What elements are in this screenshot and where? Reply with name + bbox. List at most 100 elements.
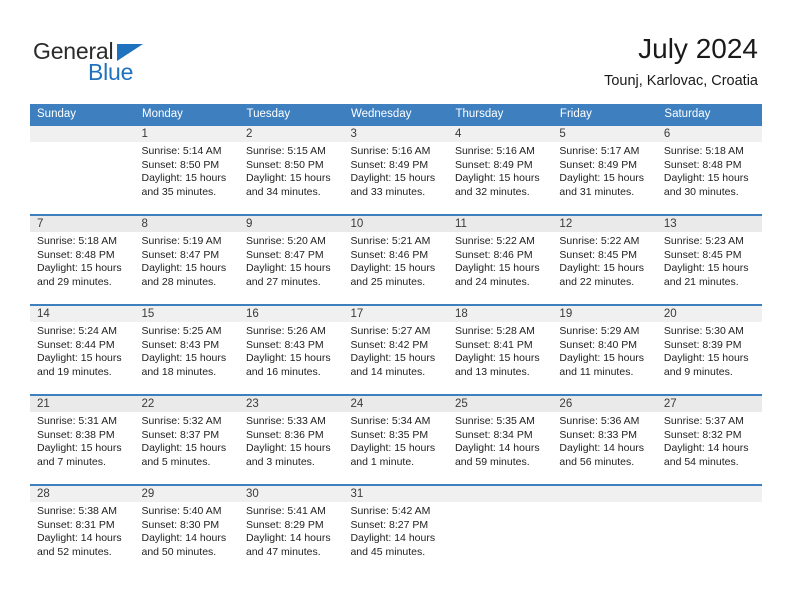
day-number: 24 (343, 396, 448, 412)
sunset-text: Sunset: 8:29 PM (245, 518, 324, 531)
calendar-day-cell[interactable]: 9 Sunrise: 5:20 AM Sunset: 8:47 PM Daylight… (238, 214, 344, 305)
sunset-text: Sunset: 8:43 PM (141, 338, 220, 351)
day-cell-inner: 5 Sunrise: 5:17 AM Sunset: 8:49 PM Daylight… (552, 126, 657, 214)
calendar-page: General Blue July 2024 Tounj, Karlovac, … (0, 0, 792, 612)
sunset-text: Sunset: 8:32 PM (663, 428, 742, 441)
day-number: 23 (238, 396, 344, 412)
day-number: 14 (30, 306, 135, 322)
weekday-header-friday: Friday (552, 104, 658, 125)
daylight-text-line2: and 32 minutes. (454, 185, 530, 198)
day-details: Sunrise: 5:23 AM Sunset: 8:45 PM Daylight:… (657, 232, 762, 289)
sunrise-text: Sunrise: 5:23 AM (663, 235, 744, 247)
calendar-day-cell[interactable]: 4 Sunrise: 5:16 AM Sunset: 8:49 PM Daylight… (447, 124, 553, 215)
calendar-week-row: 28 Sunrise: 5:38 AM Sunset: 8:31 PM Dayligh… (30, 484, 762, 575)
day-number: 4 (447, 126, 553, 142)
day-number (552, 486, 657, 502)
daylight-text-line1: Daylight: 15 hours (141, 172, 227, 185)
calendar-day-cell[interactable]: 2 Sunrise: 5:15 AM Sunset: 8:50 PM Daylight… (238, 124, 344, 215)
daylight-text-line2: and 25 minutes. (350, 275, 426, 288)
calendar-day-cell-empty (656, 484, 762, 575)
day-details: Sunrise: 5:14 AM Sunset: 8:50 PM Daylight:… (134, 142, 238, 199)
day-cell-inner: 4 Sunrise: 5:16 AM Sunset: 8:49 PM Daylight… (447, 126, 553, 214)
day-details: Sunrise: 5:20 AM Sunset: 8:47 PM Daylight:… (239, 232, 343, 289)
day-cell-inner: 10 Sunrise: 5:21 AM Sunset: 8:46 PM Dayligh… (343, 216, 448, 304)
calendar-day-cell[interactable]: 20 Sunrise: 5:30 AM Sunset: 8:39 PM Dayligh… (656, 304, 762, 395)
day-cell-inner (656, 486, 762, 574)
daylight-text-line2: and 14 minutes. (350, 365, 426, 378)
sunrise-text: Sunrise: 5:17 AM (559, 145, 640, 157)
day-number: 26 (552, 396, 657, 412)
sunrise-text: Sunrise: 5:19 AM (141, 235, 222, 247)
daylight-text-line1: Daylight: 15 hours (559, 352, 645, 365)
calendar-day-cell[interactable]: 1 Sunrise: 5:14 AM Sunset: 8:50 PM Daylight… (134, 124, 239, 215)
calendar-day-cell[interactable]: 27 Sunrise: 5:37 AM Sunset: 8:32 PM Dayligh… (656, 394, 762, 485)
daylight-text-line1: Daylight: 15 hours (454, 262, 540, 275)
logo-text-blue: Blue (88, 59, 134, 85)
calendar-day-cell[interactable]: 5 Sunrise: 5:17 AM Sunset: 8:49 PM Daylight… (552, 124, 657, 215)
sunset-text: Sunset: 8:46 PM (454, 248, 533, 261)
sunrise-text: Sunrise: 5:22 AM (559, 235, 640, 247)
calendar-day-cell[interactable]: 25 Sunrise: 5:35 AM Sunset: 8:34 PM Dayligh… (447, 394, 553, 485)
sunset-text: Sunset: 8:49 PM (350, 158, 429, 171)
day-details: Sunrise: 5:30 AM Sunset: 8:39 PM Daylight:… (657, 322, 762, 379)
calendar-day-cell[interactable]: 26 Sunrise: 5:36 AM Sunset: 8:33 PM Dayligh… (552, 394, 657, 485)
daylight-text-line1: Daylight: 14 hours (350, 532, 436, 545)
calendar-day-cell[interactable]: 19 Sunrise: 5:29 AM Sunset: 8:40 PM Dayligh… (552, 304, 657, 395)
daylight-text-line1: Daylight: 15 hours (559, 172, 645, 185)
weekday-header-saturday: Saturday (656, 104, 762, 125)
calendar-day-cell[interactable]: 12 Sunrise: 5:22 AM Sunset: 8:45 PM Dayligh… (552, 214, 657, 305)
calendar-day-cell[interactable]: 30 Sunrise: 5:41 AM Sunset: 8:29 PM Dayligh… (238, 484, 344, 575)
day-details: Sunrise: 5:18 AM Sunset: 8:48 PM Daylight:… (657, 142, 762, 199)
daylight-text-line2: and 35 minutes. (141, 185, 217, 198)
calendar-day-cell[interactable]: 13 Sunrise: 5:23 AM Sunset: 8:45 PM Dayligh… (656, 214, 762, 305)
calendar-day-cell[interactable]: 11 Sunrise: 5:22 AM Sunset: 8:46 PM Dayligh… (447, 214, 553, 305)
calendar-day-cell[interactable]: 3 Sunrise: 5:16 AM Sunset: 8:49 PM Daylight… (343, 124, 448, 215)
day-number: 16 (238, 306, 344, 322)
daylight-text-line1: Daylight: 15 hours (245, 262, 331, 275)
sunset-text: Sunset: 8:30 PM (141, 518, 220, 531)
calendar-day-cell[interactable]: 24 Sunrise: 5:34 AM Sunset: 8:35 PM Dayligh… (343, 394, 448, 485)
daylight-text-line1: Daylight: 14 hours (454, 442, 540, 455)
day-number (447, 486, 553, 502)
calendar-day-cell[interactable]: 31 Sunrise: 5:42 AM Sunset: 8:27 PM Dayligh… (343, 484, 448, 575)
calendar-day-cell[interactable]: 21 Sunrise: 5:31 AM Sunset: 8:38 PM Dayligh… (30, 394, 135, 485)
day-number: 31 (343, 486, 448, 502)
weekday-header-tuesday: Tuesday (238, 104, 344, 125)
sunrise-text: Sunrise: 5:31 AM (37, 415, 117, 427)
calendar-day-cell[interactable]: 6 Sunrise: 5:18 AM Sunset: 8:48 PM Daylight… (656, 124, 762, 215)
day-cell-inner: 8 Sunrise: 5:19 AM Sunset: 8:47 PM Daylight… (134, 216, 239, 304)
calendar-day-cell[interactable]: 17 Sunrise: 5:27 AM Sunset: 8:42 PM Dayligh… (343, 304, 448, 395)
calendar-day-cell[interactable]: 8 Sunrise: 5:19 AM Sunset: 8:47 PM Daylight… (134, 214, 239, 305)
calendar-day-cell[interactable]: 28 Sunrise: 5:38 AM Sunset: 8:31 PM Dayligh… (30, 484, 135, 575)
sunrise-text: Sunrise: 5:24 AM (37, 325, 117, 337)
calendar-day-cell[interactable]: 18 Sunrise: 5:28 AM Sunset: 8:41 PM Dayligh… (447, 304, 553, 395)
calendar-day-cell[interactable]: 10 Sunrise: 5:21 AM Sunset: 8:46 PM Dayligh… (343, 214, 448, 305)
sunset-text: Sunset: 8:38 PM (37, 428, 115, 441)
sunset-text: Sunset: 8:50 PM (245, 158, 324, 171)
calendar-day-cell[interactable]: 29 Sunrise: 5:40 AM Sunset: 8:30 PM Dayligh… (134, 484, 239, 575)
page-header: General Blue July 2024 Tounj, Karlovac, … (0, 0, 792, 104)
daylight-text-line2: and 18 minutes. (141, 365, 217, 378)
sunrise-text: Sunrise: 5:36 AM (559, 415, 640, 427)
sunrise-text: Sunrise: 5:16 AM (350, 145, 431, 157)
day-number: 11 (447, 216, 553, 232)
sunset-text: Sunset: 8:46 PM (350, 248, 429, 261)
daylight-text-line2: and 59 minutes. (454, 455, 530, 468)
weekday-header-row: Sunday Monday Tuesday Wednesday Thursday… (30, 104, 762, 125)
sunrise-text: Sunrise: 5:15 AM (245, 145, 326, 157)
daylight-text-line1: Daylight: 14 hours (37, 532, 122, 545)
day-details: Sunrise: 5:35 AM Sunset: 8:34 PM Daylight:… (448, 412, 552, 469)
calendar-day-cell[interactable]: 23 Sunrise: 5:33 AM Sunset: 8:36 PM Dayligh… (238, 394, 344, 485)
daylight-text-line1: Daylight: 15 hours (454, 352, 540, 365)
daylight-text-line2: and 29 minutes. (37, 275, 112, 288)
calendar-day-cell[interactable]: 16 Sunrise: 5:26 AM Sunset: 8:43 PM Dayligh… (238, 304, 344, 395)
calendar-day-cell[interactable]: 15 Sunrise: 5:25 AM Sunset: 8:43 PM Dayligh… (134, 304, 239, 395)
sunrise-text: Sunrise: 5:34 AM (350, 415, 431, 427)
sunset-text: Sunset: 8:33 PM (559, 428, 638, 441)
calendar-day-cell[interactable]: 22 Sunrise: 5:32 AM Sunset: 8:37 PM Dayligh… (134, 394, 239, 485)
calendar-day-cell[interactable]: 14 Sunrise: 5:24 AM Sunset: 8:44 PM Dayligh… (30, 304, 135, 395)
day-cell-inner: 11 Sunrise: 5:22 AM Sunset: 8:46 PM Dayligh… (447, 216, 553, 304)
daylight-text-line2: and 45 minutes. (350, 545, 426, 558)
calendar-day-cell[interactable]: 7 Sunrise: 5:18 AM Sunset: 8:48 PM Daylight… (30, 214, 135, 305)
sunset-text: Sunset: 8:50 PM (141, 158, 220, 171)
